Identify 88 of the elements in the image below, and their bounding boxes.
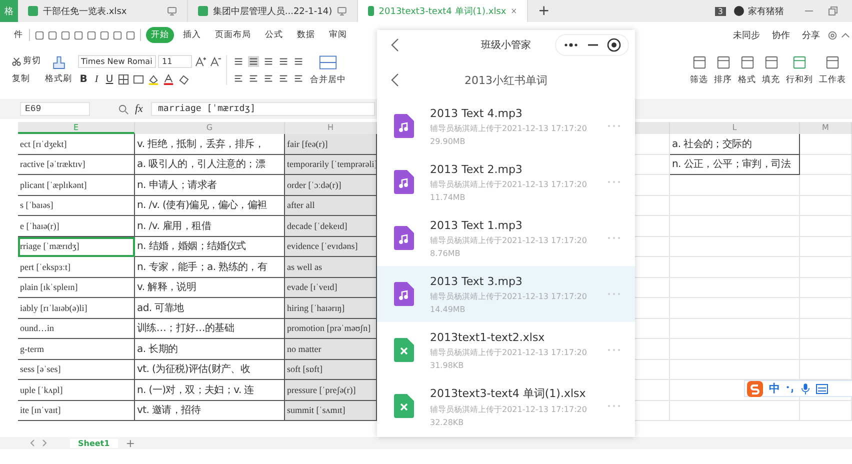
table-cell[interactable]: ite [ɪnˈvaɪt]	[18, 400, 135, 421]
table-cell[interactable]: pressure [ˈpreʃə(r)]	[285, 380, 377, 400]
table-cell[interactable]: pert [ˈekspɜːt]	[18, 257, 135, 278]
table-cell[interactable]: after all	[285, 196, 377, 216]
file-name: 2013text3-text4 单词(1).xlsx	[430, 386, 586, 400]
table-cell[interactable]: decade [ˈdekeɪd]	[285, 216, 377, 236]
file-size: 29.90MB	[430, 136, 466, 146]
table-cell[interactable]: iably [rɪˈlaɪəb(ə)li]	[18, 298, 135, 318]
file-item[interactable]: 2013 Text 3.mp3 辅导员杨淇靖上传于2021-12-13 17:17:20 14.49MB	[377, 266, 635, 322]
file-item[interactable]: 2013text1-text2.xlsx 辅导员杨淇靖上传于2021-12-13 17:17:20 31.98KB	[377, 322, 635, 378]
file-item[interactable]: 2013 Text 2.mp3 辅导员杨淇靖上传于2021-12-13 17:17:20 11.74MB	[377, 154, 635, 210]
text-style-button[interactable]: I	[91, 74, 102, 85]
ribbon-tab[interactable]: 页面布局	[210, 27, 256, 43]
table-cell[interactable]: rriage [ˈmærɪdʒ]	[18, 236, 135, 257]
notification-badge[interactable]: 3	[714, 6, 726, 16]
table-cell[interactable]: a. 社会的；交际的	[670, 134, 800, 154]
table-cell[interactable]: order [ˈɔːdə(r)]	[285, 175, 377, 196]
file-item[interactable]: 2013 Text 1.mp3 辅导员杨淇靖上传于2021-12-13 17:17:20 8.76MB	[377, 210, 635, 266]
table-cell[interactable]: g-term	[18, 339, 135, 360]
file-name: 2013 Text 2.mp3	[430, 162, 522, 176]
new-tab-button[interactable]: +	[538, 3, 550, 19]
table-cell[interactable]: s [ˈbaɪəs]	[18, 196, 135, 216]
toolbar-button[interactable]: 排序	[714, 54, 732, 86]
table-cell[interactable]: n. 公正，公平；审判，司法	[670, 154, 800, 175]
ribbon-tab[interactable]: 插入	[178, 27, 206, 43]
file-uploader: 辅导员杨淇靖上传于2021-12-13 17:17:20	[430, 234, 587, 246]
menu-item[interactable]: 件	[0, 29, 26, 41]
account-name[interactable]: 家有猪猪	[748, 4, 784, 18]
file-name: 2013 Text 4.mp3	[430, 106, 522, 120]
table-cell[interactable]: ect [rɪˈdʒekt]	[18, 134, 135, 154]
table-cell[interactable]: promotion [prəˈməʊʃn]	[285, 318, 377, 339]
file-size: 14.49MB	[430, 304, 466, 314]
copy-button[interactable]: 复制	[12, 73, 41, 85]
table-cell[interactable]: ound…in	[18, 318, 135, 339]
table-cell[interactable]: ractive [əˈtræktɪv]	[18, 154, 135, 175]
table-cell[interactable]: soft [sɒft]	[285, 360, 377, 380]
file-uploader: 辅导员杨淇靖上传于2021-12-13 17:17:20	[430, 122, 587, 134]
merge-center-button[interactable]: 合并居中	[310, 54, 346, 86]
table-cell[interactable]: plicant [ˈæplɪkənt]	[18, 175, 135, 196]
table-cell[interactable]: summit [ˈsʌmɪt]	[285, 400, 377, 421]
ribbon-action[interactable]: 协作	[772, 28, 790, 42]
input-mode-toggle[interactable]: 中	[769, 381, 780, 396]
file-uploader: 辅导员杨淇靖上传于2021-12-13 17:17:20	[430, 178, 587, 190]
table-cell[interactable]: plain [ɪkˈspleɪn]	[18, 278, 135, 298]
font-size-field[interactable]: 11	[158, 55, 192, 68]
table-cell[interactable]: evidence [ˈevɪdəns]	[285, 236, 377, 257]
table-cell[interactable]: no matter	[285, 339, 377, 360]
table-cell[interactable]: evade [ɪˈveɪd]	[285, 278, 377, 298]
file-uploader: 辅导员杨淇靖上传于2021-12-13 17:17:20	[430, 404, 587, 414]
toolbar-button[interactable]: 填充	[762, 54, 780, 86]
function-label[interactable]: fx	[135, 103, 143, 115]
file-item[interactable]: 2013text3-text4 单词(1).xlsx 辅导员杨淇靖上传于2021-12-13 17:17:20 32.28KB	[377, 378, 635, 434]
toolbar-button[interactable]: 格式	[738, 54, 756, 86]
toolbar-button[interactable]: 筛选	[690, 54, 708, 86]
folder-title: 2013小红书单词	[464, 72, 548, 88]
file-tab[interactable]: 干部任免一览表.xlsx	[18, 0, 188, 22]
ribbon-tab[interactable]: 公式	[260, 27, 288, 43]
toolbar-button[interactable]: 工作表	[819, 54, 846, 86]
table-cell[interactable]: uple [ˈkʌpl]	[18, 380, 135, 400]
file-size: 31.98KB	[430, 360, 464, 370]
table-cell[interactable]: as well as	[285, 257, 377, 278]
add-sheet-button[interactable]: +	[126, 436, 135, 450]
text-style-button[interactable]: U	[104, 74, 115, 85]
formula-field[interactable]: marriage [ˈmærɪdʒ]	[150, 102, 375, 116]
panel-title: 班级小管家	[480, 38, 532, 52]
file-uploader: 辅导员杨淇靖上传于2021-12-13 17:17:20	[430, 290, 587, 302]
format-painter-button[interactable]: 格式刷	[45, 55, 72, 85]
text-style-button[interactable]: B	[78, 74, 89, 85]
cell-name-box[interactable]: E69	[20, 102, 90, 116]
table-cell[interactable]: hiring [ˈhaɪərɪŋ]	[285, 298, 377, 318]
file-item[interactable]: 2013 Text 4.mp3 辅导员杨淇靖上传于2021-12-13 17:17:20 29.90MB	[377, 98, 635, 154]
file-name: 2013 Text 1.mp3	[430, 218, 522, 232]
file-size: 11.74MB	[430, 192, 466, 202]
cut-button[interactable]: 剪切	[12, 55, 41, 67]
file-uploader: 辅导员杨淇靖上传于2021-12-13 17:17:20	[430, 346, 587, 358]
ribbon-tab[interactable]: 审阅	[324, 27, 352, 43]
table-cell[interactable]: fair [feə(r)]	[285, 134, 377, 154]
ribbon-tab[interactable]: 数据	[292, 27, 320, 43]
ribbon-action[interactable]: 未同步	[733, 28, 760, 42]
file-size: 32.28KB	[430, 418, 464, 426]
file-name: 2013text1-text2.xlsx	[430, 330, 545, 344]
file-size: 8.76MB	[430, 248, 460, 258]
ribbon-action[interactable]: 分享	[802, 28, 820, 42]
font-family-field[interactable]: Times New Romai	[78, 55, 156, 68]
toolbar-button[interactable]: 行和列	[786, 54, 813, 86]
file-name: 2013 Text 3.mp3	[430, 274, 522, 288]
table-cell[interactable]: e [ˈhaɪə(r)]	[18, 216, 135, 236]
table-cell[interactable]: sess [əˈses]	[18, 360, 135, 380]
